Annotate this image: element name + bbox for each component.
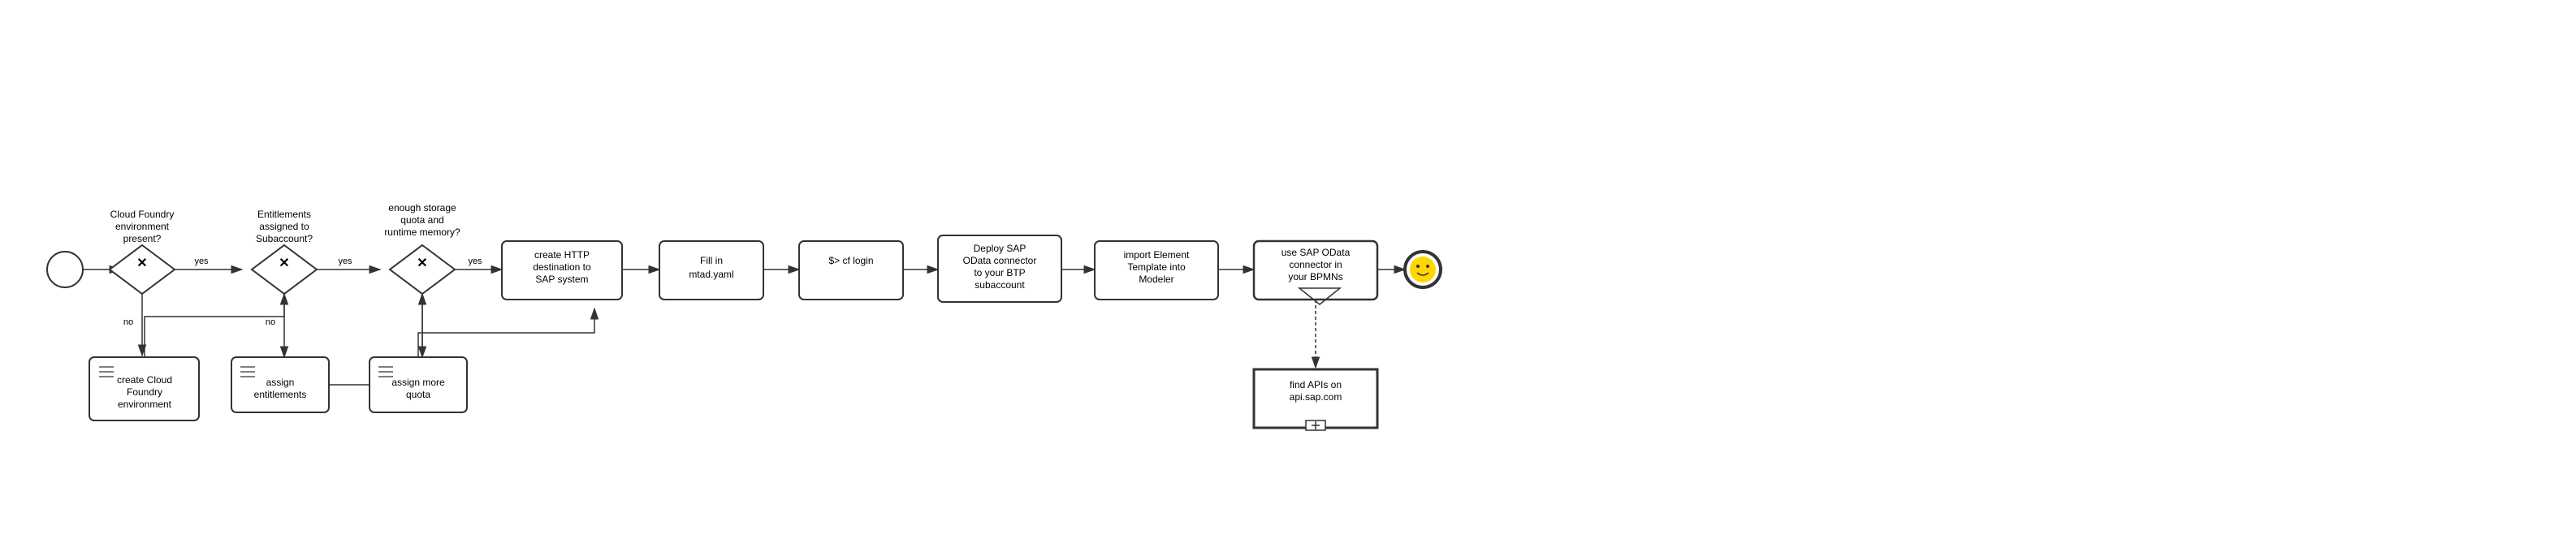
task-5-label-line2: Template into [1127, 261, 1186, 273]
task-2-label-line1: Fill in [700, 255, 723, 266]
gateway-1-icon: ✕ [136, 257, 147, 270]
task-2-label-line2: mtad.yaml [689, 269, 733, 280]
gateway-2-icon: ✕ [279, 257, 289, 270]
task-7-label-line1: find APIs on [1290, 379, 1342, 390]
flow-sub3-task1 [418, 308, 594, 357]
task-6-label-line1: use SAP OData [1282, 247, 1351, 258]
task-3-label-line1: $> cf login [828, 255, 873, 266]
label-no2: no [266, 317, 275, 327]
gateway-3-label-line3: runtime memory? [384, 226, 460, 238]
label-yes1: yes [194, 257, 209, 266]
end-eye-left [1416, 265, 1420, 268]
gateway-3-icon: ✕ [417, 257, 427, 270]
gateway-1-label-line2: environment [115, 221, 170, 232]
gateway-3-label-line1: enough storage [388, 202, 456, 213]
gateway-2-label-line1: Entitlements [257, 209, 311, 220]
label-yes2: yes [338, 257, 352, 266]
task-4-label-line2: OData connector [963, 255, 1037, 266]
gateway-2-label-line3: Subaccount? [256, 233, 313, 244]
end-eye-right [1426, 265, 1429, 268]
task-1-label-line2: destination to [533, 261, 591, 273]
task-1-label-line3: SAP system [535, 274, 588, 285]
subprocess-1-label-line2: Foundry [127, 386, 162, 398]
end-event-face [1410, 257, 1436, 282]
gateway-1-label-line1: Cloud Foundry [110, 209, 175, 220]
subprocess-1-label-line3: environment [118, 399, 172, 410]
task-5-label-line1: import Element [1124, 249, 1190, 261]
task-4-label-line3: to your BTP [974, 267, 1025, 278]
label-no1: no [123, 317, 133, 327]
task-5-label-line3: Modeler [1139, 274, 1173, 285]
task-6-label-line2: connector in [1289, 259, 1342, 270]
subprocess-3-label-line2: quota [406, 389, 430, 400]
task-7-label-line2: api.sap.com [1290, 391, 1342, 403]
bpmn-diagram: ✕ Cloud Foundry environment present? yes… [0, 0, 2576, 539]
start-event [47, 252, 83, 287]
label-yes3: yes [468, 257, 482, 266]
task-4-label-line1: Deploy SAP [974, 243, 1027, 254]
gateway-3-label-line2: quota and [400, 214, 443, 226]
task-4-label-line4: subaccount [975, 279, 1025, 291]
task-3 [799, 241, 903, 300]
flow-sub1-gw2 [145, 294, 284, 357]
subprocess-2-label-line2: entitlements [254, 389, 307, 400]
subprocess-3-label-line1: assign more [391, 377, 445, 388]
gateway-1-label-line3: present? [123, 233, 162, 244]
subprocess-2-label-line1: assign [266, 377, 295, 388]
subprocess-1-label-line1: create Cloud [117, 374, 172, 386]
gateway-2-label-line2: assigned to [259, 221, 309, 232]
task-1-label-line1: create HTTP [534, 249, 590, 261]
task-6-label-line3: your BPMNs [1288, 271, 1342, 282]
